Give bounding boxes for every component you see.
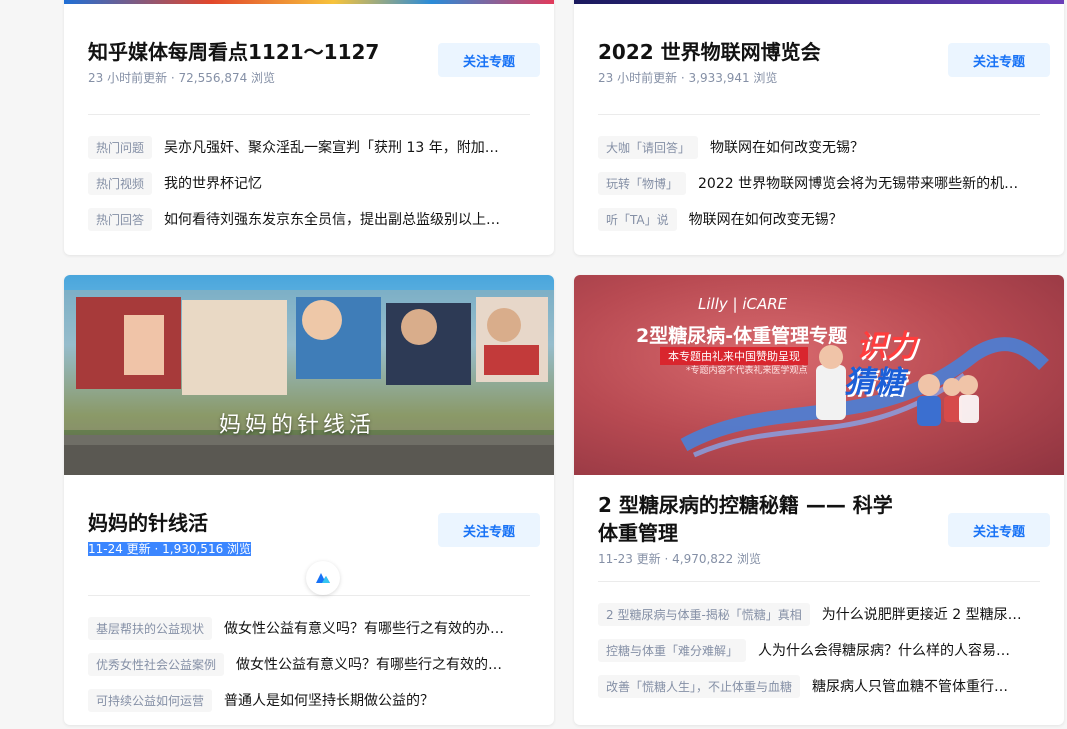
item-question[interactable]: 人为什么会得糖尿病？什么样的人容易… (758, 640, 1010, 660)
item-tag[interactable]: 热门问题 (88, 135, 153, 159)
banner-headline: 2型糖尿病-体重管理专题 (636, 325, 848, 347)
item-tag[interactable]: 可持续公益如何运营 (88, 688, 213, 712)
list-item[interactable]: 控糖与体重「难分难解」 人为什么会得糖尿病？什么样的人容易… (598, 632, 1040, 668)
banner-illustration (680, 337, 1049, 458)
topic-banner[interactable]: Lilly | iCARE 2型糖尿病-体重管理专题 本专题由礼来中国赞助呈现 … (574, 275, 1064, 475)
follow-topic-button[interactable]: 关注专题 (438, 513, 540, 547)
banner-disclaimer: *专题内容不代表礼来医学观点 (686, 366, 808, 376)
banner-brand: Lilly | iCARE (698, 295, 788, 313)
topic-card-mom-needlework: 妈妈的针线活 妈妈的针线活 11-24 更新 · 1,930,516 浏览 关注… (64, 275, 554, 725)
item-question[interactable]: 做女性公益有意义吗？有哪些行之有效的… (236, 654, 502, 674)
list-item[interactable]: 改善「慌糖人生」，不止体重与血糖 糖尿病人只管血糖不管体重行… (598, 668, 1040, 704)
meta-views: 1,930,516 浏览 (162, 542, 252, 556)
banner-slogan-2: 猜糖 (844, 365, 904, 400)
item-question[interactable]: 物联网在如何改变无锡？ (689, 209, 843, 229)
follow-topic-button[interactable]: 关注专题 (438, 43, 540, 77)
item-question[interactable]: 糖尿病人只管血糖不管体重行… (812, 676, 1008, 696)
assistant-logo-icon (316, 573, 330, 583)
topic-card-iot-expo: 2022 世界物联网博览会 23 小时前更新 · 3,933,941 浏览 关注… (574, 0, 1064, 255)
list-item[interactable]: 听「TA」说 物联网在如何改变无锡？ (598, 201, 1040, 237)
list-item[interactable]: 基层帮扶的公益现状 做女性公益有意义吗？有哪些行之有效的办… (88, 610, 530, 646)
list-item[interactable]: 优秀女性社会公益案例 做女性公益有意义吗？有哪些行之有效的… (88, 646, 530, 682)
list-item[interactable]: 热门回答 如何看待刘强东发京东全员信，提出副总监级别以上… (88, 201, 530, 237)
list-item[interactable]: 可持续公益如何运营 普通人是如何坚持长期做公益的？ (88, 682, 530, 718)
list-item[interactable]: 热门视频 我的世界杯记忆 (88, 165, 530, 201)
item-question[interactable]: 物联网在如何改变无锡？ (710, 137, 864, 157)
item-question[interactable]: 2022 世界物联网博览会将为无锡带来哪些新的机… (698, 173, 1018, 193)
item-question[interactable]: 普通人是如何坚持长期做公益的？ (224, 690, 434, 710)
banner-illustration (64, 290, 554, 475)
item-tag[interactable]: 优秀女性社会公益案例 (88, 652, 225, 676)
banner-caption: 妈妈的针线活 (219, 413, 376, 438)
item-tag[interactable]: 大咖「请回答」 (598, 135, 699, 159)
item-tag[interactable]: 听「TA」说 (598, 207, 677, 231)
zhihu-assistant-icon[interactable] (306, 561, 340, 595)
item-question[interactable]: 我的世界杯记忆 (164, 173, 262, 193)
item-question[interactable]: 为什么说肥胖更接近 2 型糖尿… (822, 604, 1022, 624)
item-question[interactable]: 如何看待刘强东发京东全员信，提出副总监级别以上… (164, 209, 500, 229)
follow-topic-button[interactable]: 关注专题 (948, 43, 1050, 77)
item-tag[interactable]: 改善「慌糖人生」，不止体重与血糖 (598, 674, 801, 698)
list-item[interactable]: 2 型糖尿病与体重-揭秘「慌糖」真相 为什么说肥胖更接近 2 型糖尿… (598, 596, 1040, 632)
item-tag[interactable]: 玩转「物博」 (598, 171, 687, 195)
meta-date: 11-24 更新 (88, 542, 151, 556)
item-question[interactable]: 做女性公益有意义吗？有哪些行之有效的办… (224, 618, 504, 638)
topic-card-media-weekly: 知乎媒体每周看点1121～1127 23 小时前更新 · 72,556,874 … (64, 0, 554, 255)
list-item[interactable]: 热门问题 吴亦凡强奸、聚众淫乱一案宣判「获刑 13 年，附加… (88, 129, 530, 165)
item-tag[interactable]: 热门视频 (88, 171, 153, 195)
item-tag[interactable]: 热门回答 (88, 207, 153, 231)
list-item[interactable]: 玩转「物博」 2022 世界物联网博览会将为无锡带来哪些新的机… (598, 165, 1040, 201)
item-tag[interactable]: 控糖与体重「难分难解」 (598, 638, 747, 662)
item-tag[interactable]: 基层帮扶的公益现状 (88, 616, 213, 640)
list-item[interactable]: 大咖「请回答」 物联网在如何改变无锡？ (598, 129, 1040, 165)
meta-separator: · (150, 542, 163, 556)
item-question[interactable]: 吴亦凡强奸、聚众淫乱一案宣判「获刑 13 年，附加… (164, 137, 499, 157)
topic-meta: 11-23 更新 · 4,970,822 浏览 (598, 552, 762, 566)
topic-card-diabetes: Lilly | iCARE 2型糖尿病-体重管理专题 本专题由礼来中国赞助呈现 … (574, 275, 1064, 725)
item-tag[interactable]: 2 型糖尿病与体重-揭秘「慌糖」真相 (598, 602, 810, 626)
topic-banner[interactable]: 妈妈的针线活 (64, 275, 554, 475)
follow-topic-button[interactable]: 关注专题 (948, 513, 1050, 547)
